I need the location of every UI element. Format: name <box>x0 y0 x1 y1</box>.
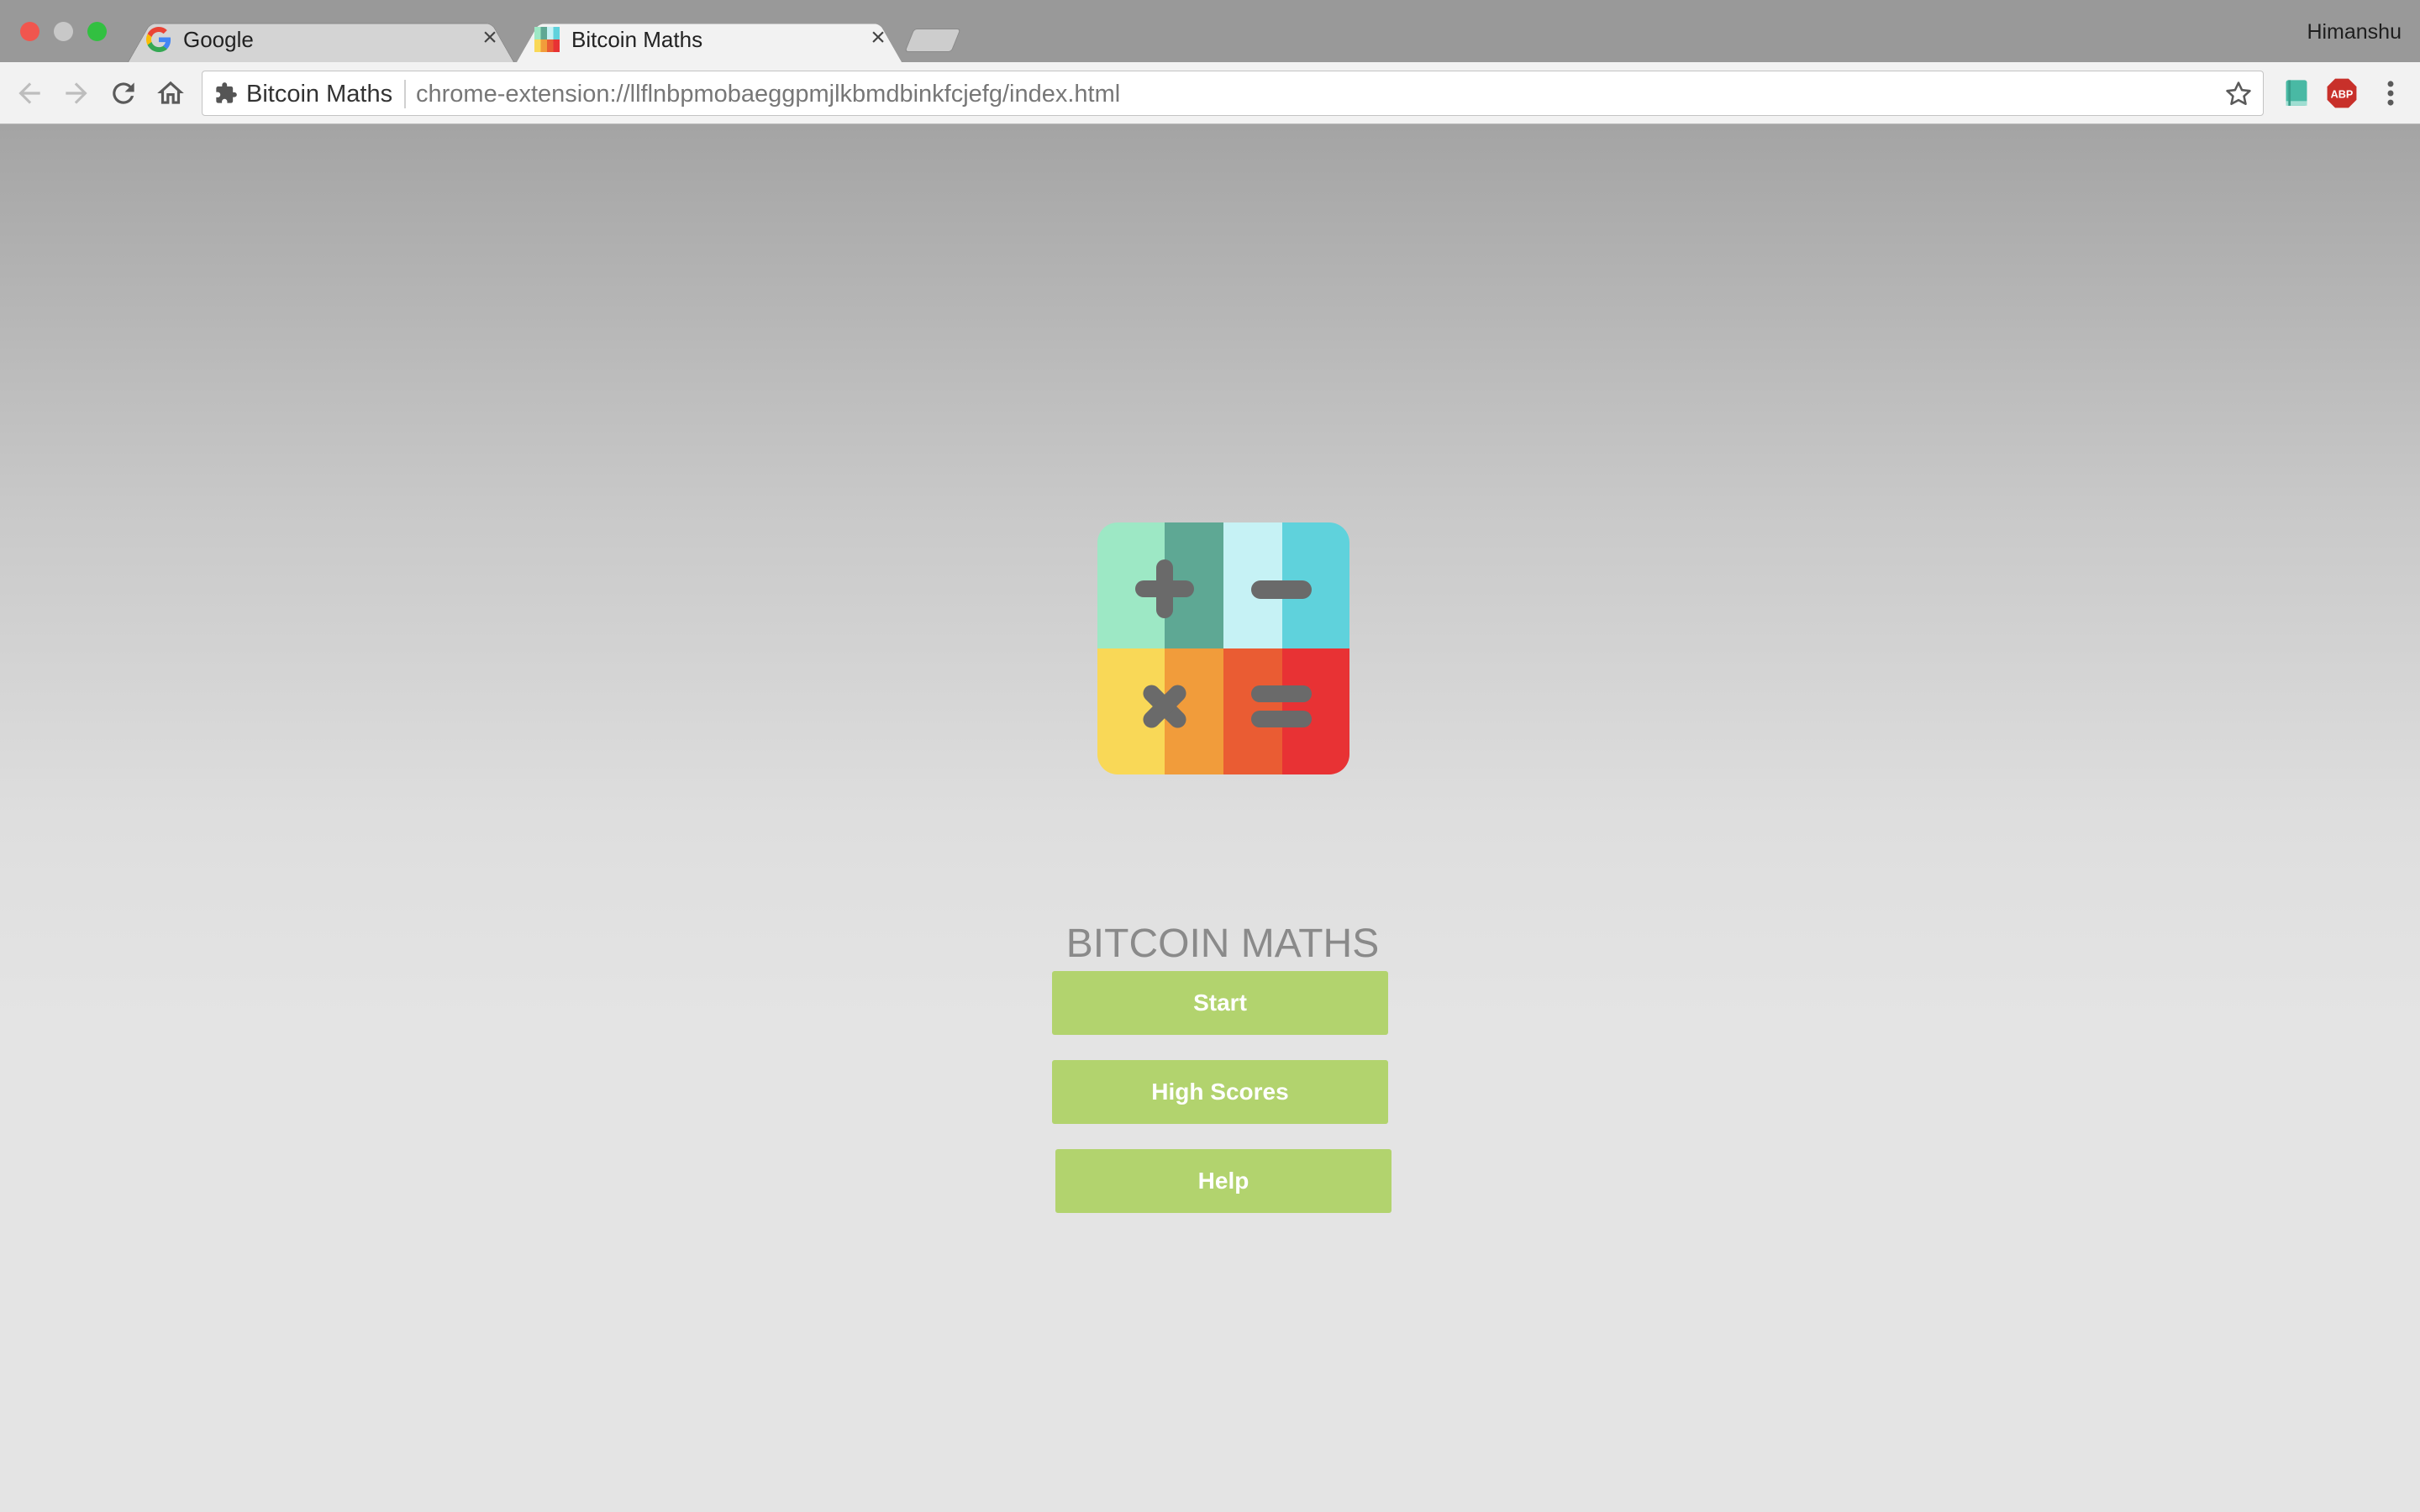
new-tab-button[interactable] <box>904 29 961 52</box>
window-close-button[interactable] <box>20 22 39 41</box>
tab-title: Google <box>183 27 254 52</box>
window-minimize-button[interactable] <box>54 22 73 41</box>
address-bar[interactable]: Bitcoin Maths chrome-extension://llflnbp… <box>202 71 2264 116</box>
reload-icon[interactable] <box>108 77 139 109</box>
back-arrow-icon[interactable] <box>13 77 45 109</box>
app-title: BITCOIN MATHS <box>1065 921 1380 966</box>
page-content: BITCOIN MATHS Start High Scores Help <box>0 124 2420 1512</box>
site-identity-label: Bitcoin Maths <box>246 81 393 108</box>
calculator-logo-icon <box>1097 522 1349 774</box>
adblock-plus-icon[interactable]: ABP <box>2326 77 2358 109</box>
close-icon[interactable]: × <box>477 25 502 50</box>
url-text[interactable]: chrome-extension://llflnbpmobaeggpmjlkbm… <box>416 81 1120 107</box>
bookmark-star-icon[interactable] <box>2224 80 2253 108</box>
high-scores-button[interactable]: High Scores <box>1052 1060 1388 1124</box>
start-button[interactable]: Start <box>1052 971 1388 1035</box>
close-icon[interactable]: × <box>865 25 891 50</box>
forward-arrow-icon[interactable] <box>60 77 92 109</box>
browser-window: Google × Bitcoin Maths × Himanshu Bitcoi… <box>0 0 2420 1512</box>
home-icon[interactable] <box>155 77 187 109</box>
help-button[interactable]: Help <box>1055 1149 1392 1213</box>
tab-bitcoin-maths[interactable]: Bitcoin Maths × <box>516 17 902 62</box>
omnibox-divider <box>404 80 406 108</box>
window-maximize-button[interactable] <box>87 22 107 41</box>
svg-text:ABP: ABP <box>2331 89 2354 101</box>
kebab-menu-icon[interactable] <box>2378 77 2403 109</box>
bookmark-extension-icon[interactable] <box>2282 79 2311 109</box>
tab-google[interactable]: Google × <box>128 17 514 62</box>
tab-title: Bitcoin Maths <box>571 27 703 52</box>
profile-name[interactable]: Himanshu <box>2307 20 2402 45</box>
browser-toolbar: Bitcoin Maths chrome-extension://llflnbp… <box>0 62 2420 124</box>
tab-strip: Google × Bitcoin Maths × Himanshu <box>0 0 2420 62</box>
calculator-favicon <box>534 27 560 52</box>
puzzle-piece-icon <box>216 82 237 103</box>
google-g-icon <box>146 27 171 52</box>
